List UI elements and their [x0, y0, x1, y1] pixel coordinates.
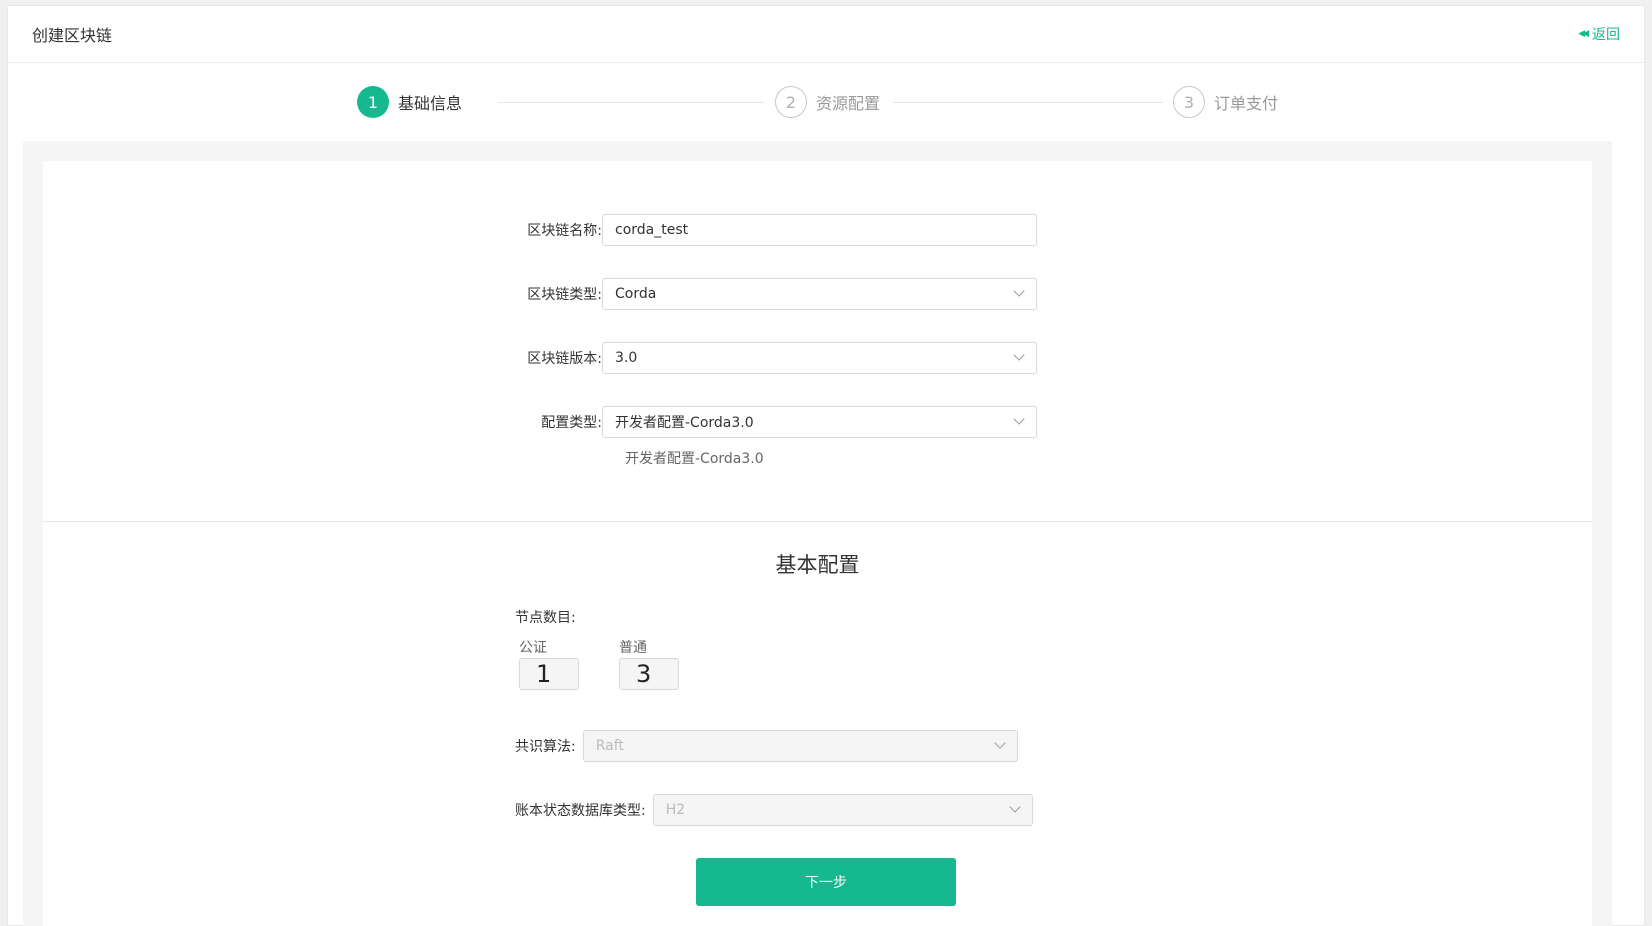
db-type-label: 账本状态数据库类型:	[515, 803, 646, 819]
chevron-down-icon	[1015, 287, 1024, 296]
step-3-number: 3	[1173, 86, 1205, 118]
chain-type-select[interactable]: Corda	[602, 278, 1037, 310]
config-type-hint: 开发者配置-Corda3.0	[625, 451, 764, 467]
node-count-label: 节点数目:	[515, 610, 576, 626]
row-consensus: 共识算法: Raft	[515, 730, 1018, 762]
db-type-select[interactable]: H2	[652, 794, 1033, 826]
chain-name-label: 区块链名称:	[527, 223, 602, 239]
config-type-label: 配置类型:	[541, 415, 602, 431]
step-1-label: 基础信息	[398, 94, 463, 113]
step-connector	[498, 102, 764, 103]
row-chain-name: 区块链名称: corda_test	[515, 214, 1037, 246]
step-indicator: 1 基础信息 2 资源配置 3 订单支付	[8, 86, 1644, 126]
section-divider	[43, 521, 1592, 522]
back-label: 返回	[1592, 27, 1620, 43]
step-3-label: 订单支付	[1214, 94, 1279, 113]
form-card: 区块链名称: corda_test 区块链类型: Corda 区块链版本: 3.…	[43, 161, 1592, 926]
chevron-down-icon	[996, 739, 1005, 748]
chevron-down-icon	[1015, 351, 1024, 360]
chain-version-value: 3.0	[615, 350, 638, 366]
step-3: 3 订单支付	[1173, 86, 1278, 118]
step-1: 1 基础信息	[357, 86, 462, 118]
notary-count-input[interactable]: 1	[519, 658, 579, 690]
page-title: 创建区块链	[32, 26, 113, 45]
normal-label: 普通	[619, 640, 647, 656]
basic-config-title: 基本配置	[775, 553, 860, 577]
row-db-type: 账本状态数据库类型: H2	[515, 794, 1033, 826]
notary-label: 公证	[519, 640, 547, 656]
content-area: 区块链名称: corda_test 区块链类型: Corda 区块链版本: 3.…	[23, 141, 1612, 926]
step-connector	[893, 102, 1163, 103]
chain-version-label: 区块链版本:	[527, 351, 602, 367]
row-chain-version: 区块链版本: 3.0	[515, 342, 1037, 374]
chevron-down-icon	[1015, 415, 1024, 424]
step-2: 2 资源配置	[775, 86, 880, 118]
next-step-button[interactable]: 下一步	[696, 858, 956, 906]
chain-version-select[interactable]: 3.0	[602, 342, 1037, 374]
normal-count-input[interactable]: 3	[619, 658, 679, 690]
chain-type-value: Corda	[615, 286, 657, 302]
consensus-label: 共识算法:	[515, 739, 576, 755]
config-type-value: 开发者配置-Corda3.0	[615, 415, 754, 431]
consensus-value: Raft	[595, 738, 624, 754]
db-type-value: H2	[665, 802, 686, 818]
chain-name-value: corda_test	[615, 222, 689, 238]
step-2-label: 资源配置	[816, 94, 881, 113]
consensus-select[interactable]: Raft	[582, 730, 1018, 762]
double-arrow-left-icon: ◀◀	[1578, 29, 1589, 39]
config-type-select[interactable]: 开发者配置-Corda3.0	[602, 406, 1037, 438]
step-2-number: 2	[775, 86, 807, 118]
row-config-type: 配置类型: 开发者配置-Corda3.0	[515, 406, 1037, 438]
page-header: 创建区块链 ◀◀ 返回	[8, 6, 1644, 63]
back-link[interactable]: ◀◀ 返回	[1578, 24, 1620, 44]
row-chain-type: 区块链类型: Corda	[515, 278, 1037, 310]
chain-type-label: 区块链类型:	[527, 287, 602, 303]
chevron-down-icon	[1011, 803, 1020, 812]
step-1-number: 1	[357, 86, 389, 118]
chain-name-input[interactable]: corda_test	[602, 214, 1037, 246]
